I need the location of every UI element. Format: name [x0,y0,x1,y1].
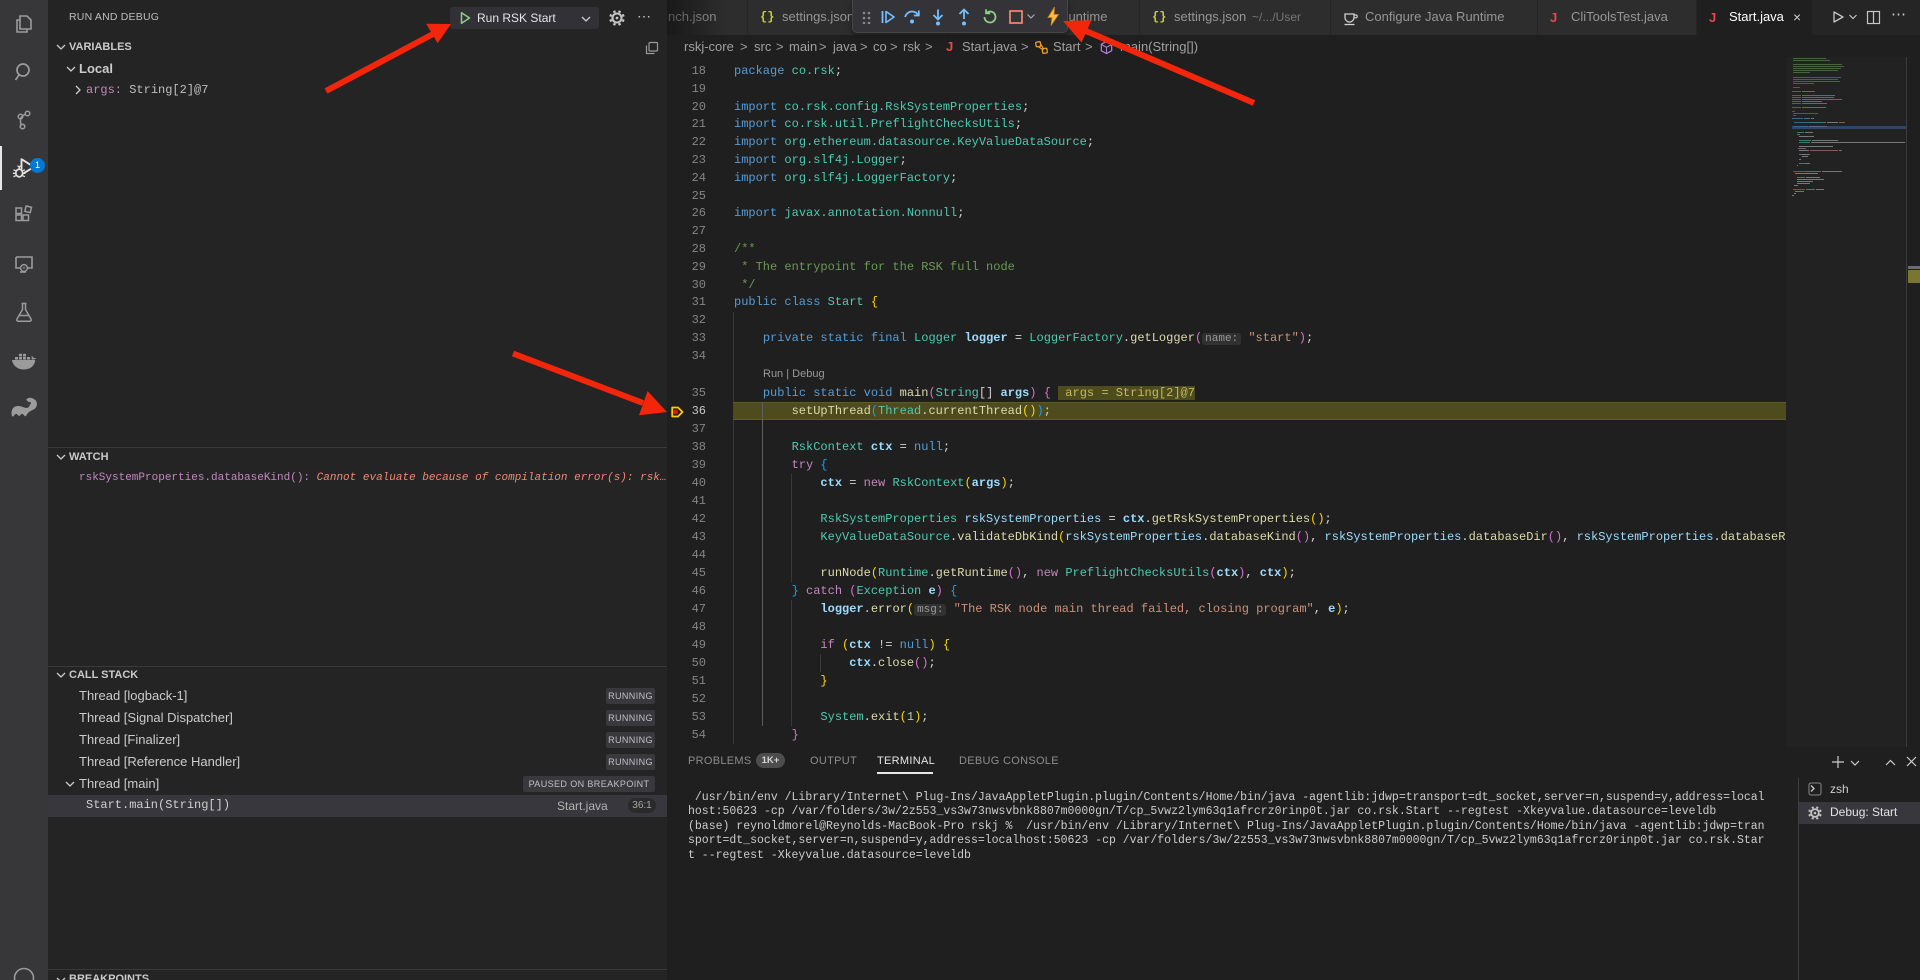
svg-text:×: × [22,266,26,272]
